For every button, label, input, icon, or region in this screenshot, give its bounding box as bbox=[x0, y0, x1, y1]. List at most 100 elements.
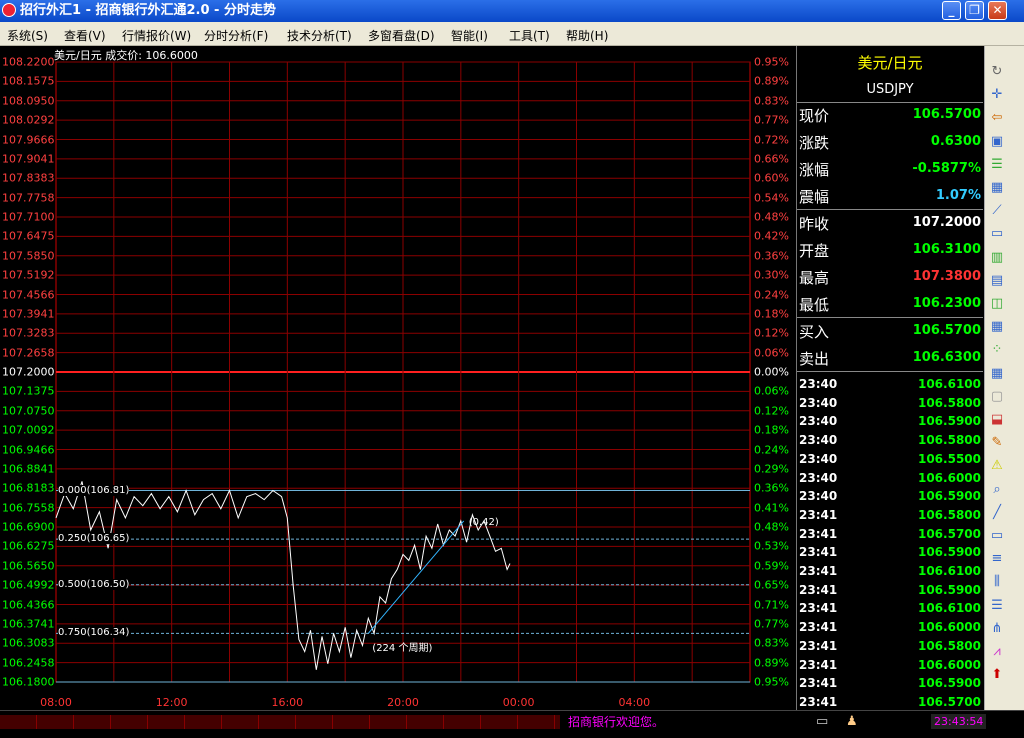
tick-time: 23:41 bbox=[799, 694, 838, 709]
menu-bar: 系统(S) 查看(V) 行情报价(W) 分时分析(F) 技术分析(T) 多窗看盘… bbox=[0, 22, 1024, 46]
quote-row-value: 107.2000 bbox=[912, 215, 981, 230]
line-draw-icon[interactable]: ╱ bbox=[989, 505, 1005, 521]
crosshair-icon[interactable]: ✛ bbox=[989, 87, 1005, 103]
status-tabs[interactable] bbox=[0, 715, 560, 729]
rectangle-icon[interactable]: ▭ bbox=[989, 528, 1005, 544]
tick-time: 23:41 bbox=[799, 676, 838, 691]
fib-icon[interactable]: ⫼ bbox=[989, 574, 1005, 590]
tick-price: 106.5900 bbox=[917, 545, 981, 560]
tick-price: 106.6100 bbox=[917, 601, 981, 616]
quote-row: 昨收 107.2000 bbox=[797, 211, 983, 237]
tick-time: 23:41 bbox=[799, 601, 838, 616]
chart-window-icon[interactable]: ◫ bbox=[989, 296, 1005, 312]
tick-time: 23:41 bbox=[799, 564, 838, 578]
network-icon[interactable]: ▭ bbox=[816, 714, 828, 729]
gann-icon[interactable]: ⋔ bbox=[989, 621, 1005, 637]
tick-time: 23:40 bbox=[799, 451, 838, 466]
window-icon[interactable]: ▣ bbox=[989, 134, 1005, 150]
up-arrow-icon[interactable]: ⬆ bbox=[989, 667, 1005, 683]
arrow-left-icon[interactable]: ⇦ bbox=[989, 110, 1005, 126]
fan-icon[interactable]: ⩘ bbox=[989, 644, 1005, 660]
tick-price: 106.5900 bbox=[917, 582, 981, 597]
quote-row: 最低 106.2300 bbox=[797, 292, 983, 318]
tick-row: 23:41 106.6000 bbox=[797, 657, 983, 675]
quote-row-value: 1.07% bbox=[935, 188, 981, 203]
monitor-icon[interactable]: ▭ bbox=[989, 226, 1005, 242]
intraday-chart[interactable]: 美元/日元 成交价: 106.6000 108.2200 108.1575 108.… bbox=[0, 46, 796, 710]
menu-tools[interactable]: 工具(T) bbox=[509, 27, 550, 44]
line-chart-icon[interactable]: ⟋ bbox=[989, 203, 1005, 219]
title-bar: 招行外汇1 - 招商银行外汇通2.0 - 分时走势 _ ❐ ✕ bbox=[0, 0, 1024, 22]
tick-price: 106.6100 bbox=[917, 377, 981, 391]
list-icon[interactable]: ☰ bbox=[989, 157, 1005, 173]
pct-tick-label: 0.30% bbox=[754, 268, 789, 282]
quote-row-label: 最低 bbox=[799, 296, 830, 314]
menu-multiwindow[interactable]: 多窗看盘(D) bbox=[368, 27, 435, 44]
y-tick-label: 106.6900 bbox=[2, 520, 55, 534]
pct-tick-label: 0.59% bbox=[754, 559, 789, 573]
scatter-icon[interactable]: ⁘ bbox=[989, 342, 1005, 358]
y-tick-label: 108.0950 bbox=[2, 94, 55, 108]
menu-view[interactable]: 查看(V) bbox=[64, 27, 106, 44]
disabled-icon[interactable]: ▢ bbox=[989, 389, 1005, 405]
pct-tick-label: 0.95% bbox=[754, 675, 789, 689]
y-tick-label: 106.3741 bbox=[2, 617, 55, 631]
menu-help[interactable]: 帮助(H) bbox=[566, 27, 608, 44]
menu-technical[interactable]: 技术分析(T) bbox=[287, 27, 352, 44]
menu-quotes[interactable]: 行情报价(W) bbox=[122, 27, 191, 44]
bar-chart-icon[interactable]: ▥ bbox=[989, 250, 1005, 266]
pct-tick-label: 0.18% bbox=[754, 307, 789, 321]
menu-system[interactable]: 系统(S) bbox=[7, 27, 48, 44]
pct-tick-label: 0.60% bbox=[754, 171, 789, 185]
tick-row: 23:41 106.5900 bbox=[797, 582, 983, 600]
warning-icon[interactable]: ⚠ bbox=[989, 458, 1005, 474]
maximize-button[interactable]: ❐ bbox=[965, 1, 984, 20]
quote-row-label: 昨收 bbox=[799, 215, 830, 233]
y-tick-label: 107.3283 bbox=[2, 326, 55, 340]
menu-smart[interactable]: 智能(I) bbox=[451, 27, 488, 44]
tick-time: 23:41 bbox=[799, 620, 838, 635]
tick-row: 23:41 106.6000 bbox=[797, 619, 983, 637]
pct-tick-label: 0.36% bbox=[754, 249, 789, 263]
tick-time: 23:40 bbox=[799, 414, 838, 429]
tick-row: 23:40 106.5500 bbox=[797, 451, 983, 469]
table-icon[interactable]: ▦ bbox=[989, 180, 1005, 196]
quote-row-label: 现价 bbox=[799, 107, 830, 125]
y-tick-label: 106.3083 bbox=[2, 636, 55, 650]
pct-tick-label: 0.24% bbox=[754, 288, 789, 301]
minimize-button[interactable]: _ bbox=[942, 1, 961, 20]
y-tick-label: 107.7758 bbox=[2, 191, 55, 205]
tick-price: 106.5800 bbox=[917, 507, 981, 522]
refresh-icon[interactable]: ↻ bbox=[989, 64, 1005, 80]
tick-price: 106.5500 bbox=[917, 451, 981, 466]
quote-row-value: 106.5700 bbox=[912, 323, 981, 338]
calculator-icon[interactable]: ▤ bbox=[989, 273, 1005, 289]
tick-time: 23:41 bbox=[799, 582, 838, 597]
quote-row-label: 买入 bbox=[799, 323, 830, 341]
zoom-icon[interactable]: ⌕ bbox=[989, 482, 1005, 498]
y-tick-label: 106.8183 bbox=[2, 481, 55, 495]
quote-row-label: 涨跌 bbox=[799, 134, 830, 152]
grid-icon[interactable]: ▦ bbox=[989, 319, 1005, 335]
trend-line bbox=[367, 520, 465, 634]
calendar-icon[interactable]: ▦ bbox=[989, 366, 1005, 382]
x-tick-label: 16:00 bbox=[271, 696, 304, 709]
tick-row: 23:40 106.6100 bbox=[797, 376, 983, 394]
close-button[interactable]: ✕ bbox=[988, 1, 1007, 20]
menu-intraday[interactable]: 分时分析(F) bbox=[204, 27, 268, 44]
user-icon[interactable]: ♟ bbox=[846, 714, 858, 729]
pen-icon[interactable]: ✎ bbox=[989, 435, 1005, 451]
inbox-icon[interactable]: ⬓ bbox=[989, 412, 1005, 428]
bars-icon[interactable]: ≡ bbox=[989, 551, 1005, 567]
app-icon bbox=[2, 3, 16, 17]
y-tick-label: 107.2000 bbox=[2, 365, 55, 379]
fib-level-label: 0.750(106.34) bbox=[58, 627, 130, 639]
quote-panel: 美元/日元 USDJPY 现价 106.5700 涨跌 0.6300 涨幅 -0.5877… bbox=[796, 46, 984, 710]
tick-price: 106.5700 bbox=[917, 694, 981, 709]
y-tick-label: 107.5850 bbox=[2, 249, 55, 263]
fib-ret-icon[interactable]: ☰ bbox=[989, 598, 1005, 614]
y-tick-label: 106.2458 bbox=[2, 656, 55, 670]
pct-tick-label: 0.53% bbox=[754, 539, 789, 553]
tick-time: 23:40 bbox=[799, 377, 838, 391]
quote-row-label: 开盘 bbox=[799, 242, 830, 260]
